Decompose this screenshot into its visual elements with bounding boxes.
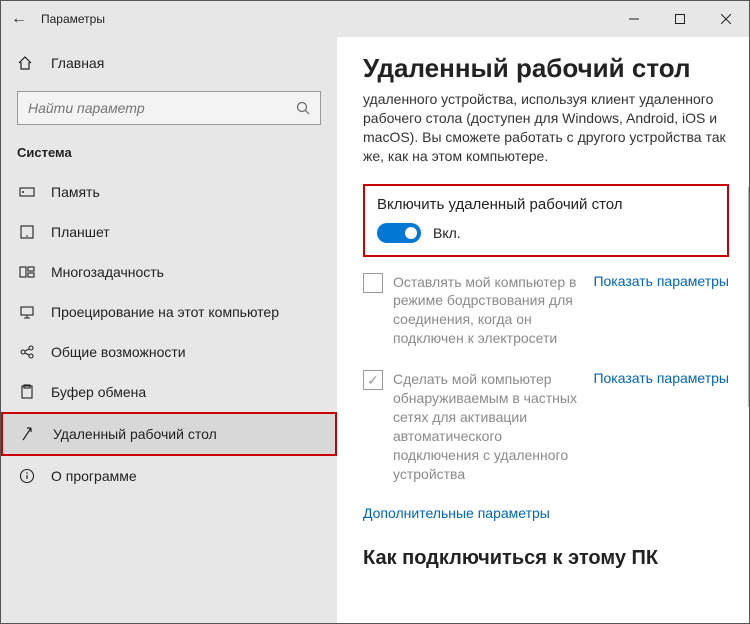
tablet-icon [17, 224, 37, 240]
search-icon [296, 101, 310, 115]
show-settings-link-2[interactable]: Показать параметры [593, 370, 729, 386]
option-text: Сделать мой компьютер обнаруживаемым в ч… [393, 370, 593, 483]
page-title: Удаленный рабочий стол [363, 53, 729, 84]
sidebar-item-about[interactable]: О программе [1, 456, 337, 496]
body: Главная Система Память Планшет Многозад [1, 37, 749, 623]
home-link[interactable]: Главная [1, 47, 337, 79]
menu: Память Планшет Многозадачность Проециров… [1, 172, 337, 496]
sidebar-item-label: Многозадачность [51, 264, 164, 280]
sidebar-item-multitasking[interactable]: Многозадачность [1, 252, 337, 292]
checkbox-keep-awake[interactable] [363, 273, 383, 293]
sidebar-item-clipboard[interactable]: Буфер обмена [1, 372, 337, 412]
window-controls [611, 1, 749, 37]
toggle-row: Вкл. [377, 223, 715, 243]
projecting-icon [17, 304, 37, 320]
sidebar-item-label: О программе [51, 468, 137, 484]
show-settings-link-1[interactable]: Показать параметры [593, 273, 729, 289]
titlebar: ← Параметры [1, 1, 749, 37]
search-box[interactable] [17, 91, 321, 125]
sidebar-item-remote-desktop[interactable]: Удаленный рабочий стол [1, 412, 337, 456]
sidebar-item-label: Общие возможности [51, 344, 186, 360]
window-title: Параметры [41, 12, 105, 26]
option-keep-awake: Оставлять мой компьютер в режиме бодрств… [363, 273, 729, 349]
enable-remote-desktop-section: Включить удаленный рабочий стол Вкл. [363, 184, 729, 257]
storage-icon [17, 184, 37, 200]
search-input[interactable] [28, 100, 296, 116]
sidebar-item-label: Планшет [51, 224, 110, 240]
remote-desktop-toggle[interactable] [377, 223, 421, 243]
category-label: Система [1, 139, 337, 166]
close-button[interactable] [703, 1, 749, 37]
sidebar-item-label: Буфер обмена [51, 384, 146, 400]
settings-window: ← Параметры Главная Система Память [0, 0, 750, 624]
nav-panel: Главная Система Память Планшет Многозад [1, 37, 337, 623]
content-panel: Удаленный рабочий стол удаленного устрой… [337, 37, 749, 623]
sidebar-item-label: Память [51, 184, 100, 200]
multitasking-icon [17, 264, 37, 280]
subheading: Как подключиться к этому ПК [363, 547, 729, 570]
sidebar-item-shared[interactable]: Общие возможности [1, 332, 337, 372]
info-icon [17, 468, 37, 484]
option-text: Оставлять мой компьютер в режиме бодрств… [393, 273, 593, 349]
toggle-knob [405, 227, 417, 239]
home-icon [17, 55, 37, 71]
sidebar-item-label: Проецирование на этот компьютер [51, 304, 279, 320]
scrollbar[interactable] [748, 187, 749, 407]
sidebar-item-storage[interactable]: Память [1, 172, 337, 212]
minimize-button[interactable] [611, 1, 657, 37]
advanced-settings-link[interactable]: Дополнительные параметры [363, 505, 550, 521]
checkbox-discoverable[interactable]: ✓ [363, 370, 383, 390]
shared-icon [17, 344, 37, 360]
toggle-state: Вкл. [433, 225, 461, 241]
back-button[interactable]: ← [1, 10, 37, 28]
clipboard-icon [17, 384, 37, 400]
option-discoverable: ✓ Сделать мой компьютер обнаруживаемым в… [363, 370, 729, 483]
sidebar-item-label: Удаленный рабочий стол [53, 426, 217, 442]
remote-desktop-icon [19, 426, 39, 442]
sidebar-item-projecting[interactable]: Проецирование на этот компьютер [1, 292, 337, 332]
sidebar-item-tablet[interactable]: Планшет [1, 212, 337, 252]
maximize-button[interactable] [657, 1, 703, 37]
description-text: удаленного устройства, используя клиент … [363, 90, 729, 166]
home-label: Главная [51, 55, 104, 71]
toggle-label: Включить удаленный рабочий стол [377, 196, 715, 213]
